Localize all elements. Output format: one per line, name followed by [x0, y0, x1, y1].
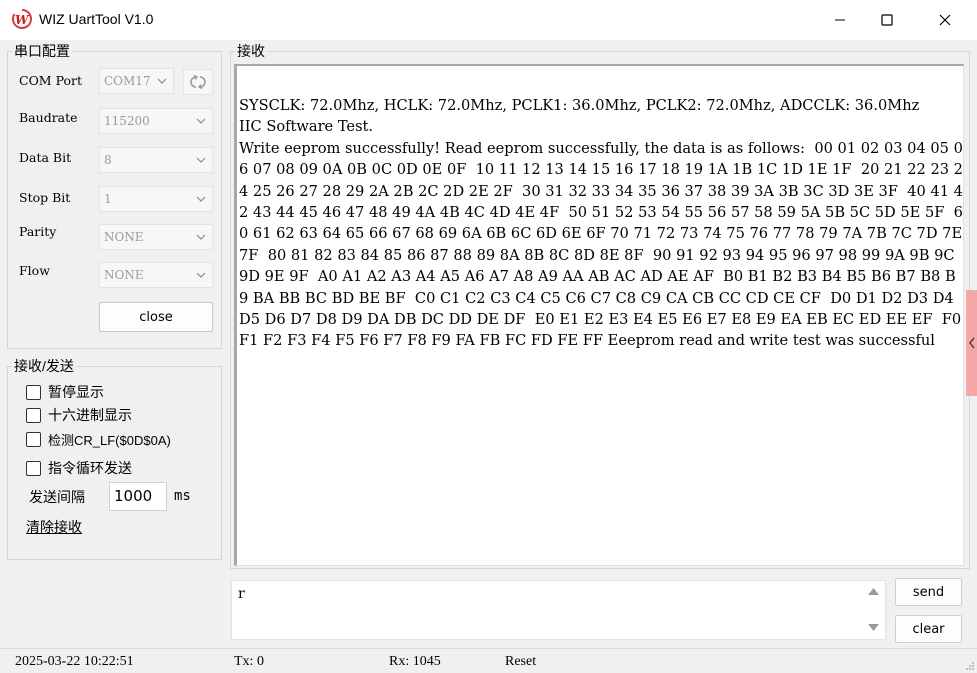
- minimize-icon: [835, 19, 845, 21]
- receive-textarea[interactable]: SYSCLK: 72.0Mhz, HCLK: 72.0Mhz, PCLK1: 3…: [234, 64, 964, 566]
- pause-display-label: 暂停显示: [48, 384, 104, 400]
- send-interval-unit: ms: [174, 488, 191, 504]
- side-panel-toggle[interactable]: [966, 290, 977, 396]
- serial-config-title: 串口配置: [14, 43, 70, 59]
- chevron-down-icon: [196, 118, 206, 124]
- status-reset[interactable]: Reset: [505, 654, 536, 670]
- detect-crlf-label: 检测CR_LF($0D$0A): [48, 433, 171, 448]
- loop-send-label: 指令循环发送: [48, 460, 132, 476]
- title-bar: W WIZ UartTool V1.0: [0, 0, 977, 40]
- baudrate-select[interactable]: 115200: [99, 108, 213, 134]
- data-bit-value: 8: [104, 153, 112, 167]
- stop-bit-label: Stop Bit: [19, 190, 71, 205]
- maximize-button[interactable]: [864, 0, 910, 40]
- status-bar: 2025-03-22 10:22:51 Tx: 0 Rx: 1045 Reset: [0, 648, 977, 673]
- chevron-down-icon: [196, 234, 206, 240]
- receive-send-options-title: 接收/发送: [14, 358, 74, 374]
- checkbox-icon: [26, 460, 41, 476]
- stop-bit-select[interactable]: 1: [99, 186, 213, 212]
- send-button[interactable]: send: [895, 578, 962, 606]
- send-interval-label: 发送间隔: [29, 489, 85, 505]
- send-interval-input[interactable]: 1000: [109, 482, 167, 511]
- flow-select[interactable]: NONE: [99, 262, 213, 288]
- chevron-left-icon: [968, 337, 975, 349]
- baudrate-label: Baudrate: [19, 110, 78, 125]
- maximize-icon: [881, 14, 893, 26]
- refresh-icon: [190, 74, 206, 90]
- data-bit-select[interactable]: 8: [99, 147, 213, 173]
- parity-select[interactable]: NONE: [99, 224, 213, 250]
- chevron-down-icon: [157, 78, 167, 84]
- stop-bit-value: 1: [104, 192, 112, 206]
- close-icon: [939, 14, 951, 26]
- minimize-button[interactable]: [817, 0, 863, 40]
- com-port-select[interactable]: COM17: [99, 68, 174, 94]
- chevron-down-icon: [196, 196, 206, 202]
- baudrate-value: 115200: [104, 114, 150, 128]
- clear-button[interactable]: clear: [895, 615, 962, 643]
- com-port-value: COM17: [104, 74, 151, 88]
- checkbox-icon: [26, 432, 41, 447]
- send-input[interactable]: r: [231, 580, 886, 640]
- checkbox-icon: [26, 407, 41, 423]
- status-rx-count: Rx: 1045: [389, 654, 441, 669]
- svg-text:W: W: [15, 13, 30, 27]
- parity-label: Parity: [19, 224, 57, 239]
- hex-display-checkbox[interactable]: 十六进制显示: [26, 405, 132, 425]
- detect-crlf-checkbox[interactable]: 检测CR_LF($0D$0A): [26, 430, 171, 449]
- receive-title: 接收: [237, 43, 265, 59]
- scroll-up-icon[interactable]: [868, 587, 879, 596]
- chevron-down-icon: [196, 272, 206, 278]
- checkbox-icon: [26, 384, 41, 400]
- chevron-down-icon: [196, 157, 206, 163]
- flow-label: Flow: [19, 263, 50, 278]
- flow-value: NONE: [104, 268, 144, 282]
- app-logo-icon: W: [12, 9, 32, 29]
- window-title: WIZ UartTool V1.0: [39, 11, 154, 27]
- clear-receive-link[interactable]: 清除接收: [26, 517, 82, 537]
- status-tx-count: Tx: 0: [234, 654, 264, 669]
- refresh-ports-button[interactable]: [183, 69, 213, 95]
- pause-display-checkbox[interactable]: 暂停显示: [26, 382, 104, 402]
- client-area: 串口配置 COM Port COM17 Baudrate 115200 Data…: [0, 40, 977, 673]
- send-input-text: r: [238, 586, 245, 602]
- resize-grip-icon[interactable]: [964, 660, 975, 671]
- status-datetime: 2025-03-22 10:22:51: [15, 654, 134, 669]
- send-scrollbar[interactable]: [862, 581, 885, 639]
- scroll-down-icon[interactable]: [868, 623, 879, 632]
- com-port-label: COM Port: [19, 73, 83, 88]
- data-bit-label: Data Bit: [19, 150, 72, 165]
- close-window-button[interactable]: [922, 0, 968, 40]
- loop-send-checkbox[interactable]: 指令循环发送: [26, 458, 132, 478]
- hex-display-label: 十六进制显示: [48, 407, 132, 423]
- parity-value: NONE: [104, 230, 144, 244]
- close-port-button[interactable]: close: [99, 302, 213, 332]
